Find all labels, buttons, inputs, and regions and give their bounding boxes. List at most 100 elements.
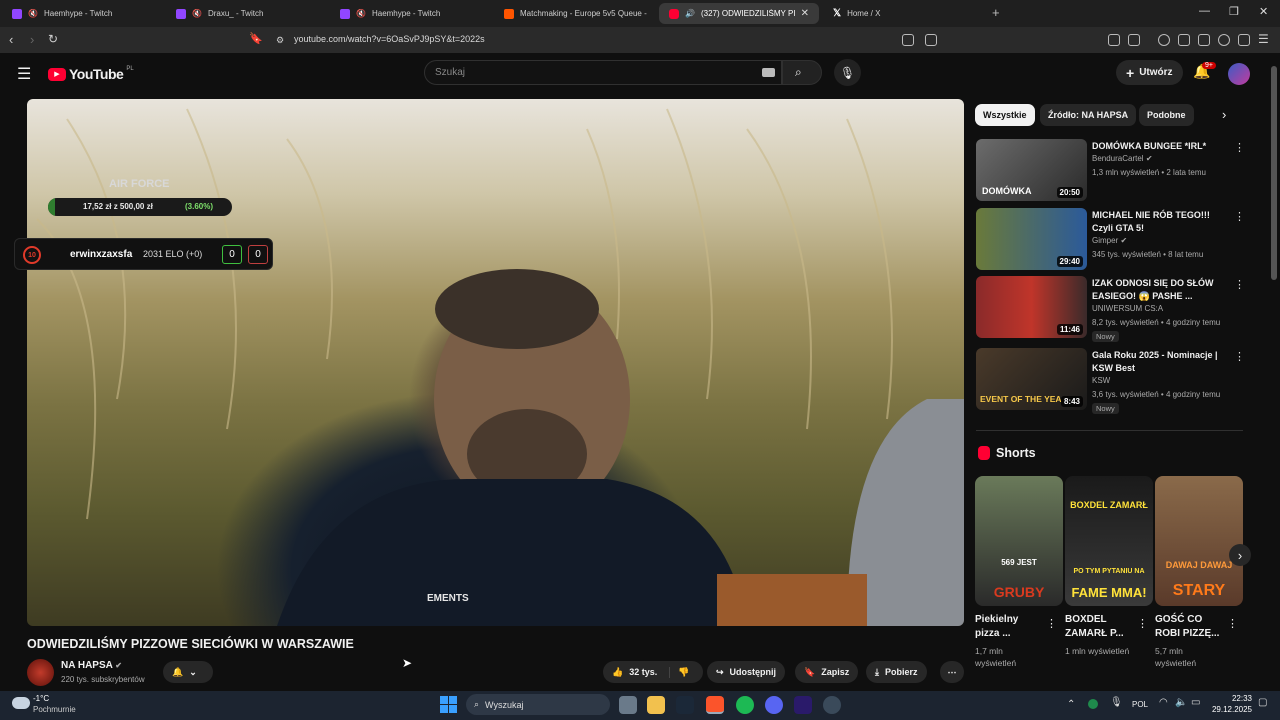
chip-all[interactable]: Wszystkie <box>975 104 1035 126</box>
vpn-icon[interactable] <box>1238 34 1250 46</box>
microphone-icon[interactable]: 🎙 <box>1110 697 1123 708</box>
search-input[interactable]: Szukaj <box>424 60 782 85</box>
subscription-bell-button[interactable]: 🔔 ⌄ <box>163 661 213 683</box>
video-thumbnail[interactable]: DOMÓWKA 20:50 <box>976 139 1087 201</box>
brave-browser-icon[interactable] <box>706 696 724 714</box>
recommendation-title[interactable]: DOMÓWKA BUNGEE *IRL* <box>1092 140 1232 153</box>
recommendation-channel[interactable]: UNIWERSUM CS:A <box>1092 304 1163 313</box>
music-icon[interactable] <box>1158 34 1170 46</box>
screen-icon[interactable] <box>902 34 914 46</box>
browser-tab-active[interactable]: 🔊 (327) ODWIEDZILIŚMY PIZZO ✕ <box>659 3 819 24</box>
video-thumbnail[interactable]: 29:40 <box>976 208 1087 270</box>
channel-avatar[interactable] <box>27 659 54 686</box>
maximize-button[interactable]: ❐ <box>1229 5 1239 18</box>
search-button[interactable]: ⌕ <box>782 60 822 85</box>
video-thumbnail[interactable]: 11:46 <box>976 276 1087 338</box>
volume-icon[interactable]: 🔈 <box>1175 697 1187 708</box>
more-vertical-icon[interactable]: ⋮ <box>1234 278 1245 291</box>
short-thumbnail[interactable]: 569 JEST GRUBY <box>975 476 1063 606</box>
page-scrollbar[interactable] <box>1271 66 1277 280</box>
app-icon[interactable] <box>823 696 841 714</box>
chip-from-channel[interactable]: Źródło: NA HAPSA <box>1040 104 1137 126</box>
language-indicator[interactable]: POL <box>1132 700 1148 709</box>
recommendation-item[interactable]: DOMÓWKA 20:50 DOMÓWKA BUNGEE *IRL* Bendu… <box>976 139 1246 205</box>
short-title[interactable]: BOXDEL ZAMARŁ P... <box>1065 613 1135 641</box>
discord-icon[interactable] <box>765 696 783 714</box>
new-tab-button[interactable]: + <box>992 5 1000 20</box>
dislike-icon[interactable]: 👎 <box>669 666 689 678</box>
recommendation-channel[interactable]: KSW <box>1092 376 1110 385</box>
recommendation-item[interactable]: 29:40 MICHAEL NIE RÓB TEGO!!! Czyli GTA … <box>976 208 1246 274</box>
more-vertical-icon[interactable]: ⋮ <box>1137 617 1148 630</box>
battery-icon[interactable]: ▭ <box>1191 697 1200 708</box>
more-vertical-icon[interactable]: ⋮ <box>1234 210 1245 223</box>
recommendation-title[interactable]: Gala Roku 2025 - Nominacje | KSW Best <box>1092 349 1232 375</box>
url-field[interactable]: youtube.com/watch?v=6OaSvPJ9pSY&t=2022s <box>294 34 485 44</box>
hamburger-menu-icon[interactable]: ☰ <box>17 64 31 84</box>
menu-icon[interactable]: ☰ <box>1258 32 1269 46</box>
reload-icon[interactable]: ↻ <box>48 32 58 46</box>
recommendation-title[interactable]: IZAK ODNOSI SIĘ DO SŁÓW EASIEGO! 😱 PASHE… <box>1092 277 1232 303</box>
recommendation-title[interactable]: MICHAEL NIE RÓB TEGO!!! Czyli GTA 5! <box>1092 209 1232 235</box>
minimize-button[interactable]: — <box>1199 5 1210 17</box>
chips-next-icon[interactable]: › <box>1222 107 1226 122</box>
like-count[interactable]: 32 tys. <box>629 667 657 677</box>
sidebar-toggle-icon[interactable] <box>1128 34 1140 46</box>
more-vertical-icon[interactable]: ⋮ <box>1234 141 1245 154</box>
more-actions-button[interactable]: ⋯ <box>940 661 964 683</box>
clock-date[interactable]: 29.12.2025 <box>1210 705 1252 714</box>
create-button[interactable]: + Utwórz <box>1116 60 1183 85</box>
short-title[interactable]: Piekielny pizza ... <box>975 613 1045 641</box>
video-thumbnail[interactable]: EVENT OF THE YEA 8:43 <box>976 348 1087 410</box>
close-tab-icon[interactable]: ✕ <box>801 8 809 19</box>
keyboard-icon[interactable] <box>762 68 775 77</box>
window-close-button[interactable]: ✕ <box>1259 5 1268 18</box>
browser-tab[interactable]: Matchmaking - Europe 5v5 Queue - <box>494 3 654 24</box>
site-info-icon[interactable]: ⚙ <box>276 35 284 46</box>
back-icon[interactable]: ‹ <box>9 32 13 47</box>
browser-tab[interactable]: 🔇 Haemhype - Twitch <box>330 3 490 24</box>
short-thumbnail[interactable]: DAWAJ DAWAJ STARY <box>1155 476 1243 606</box>
spotify-icon[interactable] <box>736 696 754 714</box>
download-button[interactable]: ⤓ Pobierz <box>866 661 927 683</box>
video-player[interactable]: AIR FORCE 17,52 zł z 500,00 zł (3.60%) E… <box>27 99 964 626</box>
taskbar-search[interactable]: ⌕ Wyszukaj <box>466 694 610 715</box>
clock-time[interactable]: 22:33 <box>1222 694 1252 703</box>
leo-ai-icon[interactable] <box>1218 34 1230 46</box>
wallet-icon[interactable] <box>1198 34 1210 46</box>
weather-desc[interactable]: Pochmurnie <box>33 705 76 714</box>
browser-tab[interactable]: 🔇 Draxu_ - Twitch <box>166 3 326 24</box>
recommendation-item[interactable]: 11:46 IZAK ODNOSI SIĘ DO SŁÓW EASIEGO! 😱… <box>976 276 1246 342</box>
more-vertical-icon[interactable]: ⋮ <box>1227 617 1238 630</box>
save-button[interactable]: 🔖 Zapisz <box>795 661 859 683</box>
forward-icon[interactable]: › <box>30 32 34 47</box>
file-explorer-icon[interactable] <box>647 696 665 714</box>
more-vertical-icon[interactable]: ⋮ <box>1234 350 1245 363</box>
shorts-next-icon[interactable]: › <box>1229 544 1251 566</box>
task-view-icon[interactable] <box>619 696 637 714</box>
windows-start-icon[interactable] <box>440 696 457 713</box>
short-title[interactable]: GOŚĆ CO ROBI PIZZĘ... <box>1155 613 1225 641</box>
wifi-icon[interactable]: ◠ <box>1159 697 1168 708</box>
more-vertical-icon[interactable]: ⋮ <box>1046 617 1057 630</box>
share-button[interactable]: ↪ Udostępnij <box>707 661 786 683</box>
chip-related[interactable]: Podobne <box>1139 104 1194 126</box>
share-icon[interactable] <box>925 34 937 46</box>
tray-app-icon[interactable] <box>1088 699 1098 709</box>
tray-chevron-up-icon[interactable]: ⌃ <box>1067 699 1075 710</box>
steam-icon[interactable] <box>676 696 694 714</box>
account-avatar[interactable] <box>1228 63 1250 85</box>
reader-icon[interactable] <box>1178 34 1190 46</box>
voice-search-icon[interactable]: 🎙 <box>834 59 861 86</box>
recommendation-channel-row[interactable]: Gimper ✔ <box>1092 236 1127 245</box>
short-thumbnail[interactable]: BOXDEL ZAMARŁ PO TYM PYTANIU NA FAME MMA… <box>1065 476 1153 606</box>
extensions-icon[interactable] <box>1108 34 1120 46</box>
notification-center-icon[interactable]: ▢ <box>1258 697 1267 708</box>
premiere-icon[interactable] <box>794 696 812 714</box>
recommendation-channel-row[interactable]: BenduraCartel ✔ <box>1092 154 1153 163</box>
channel-name-row[interactable]: NA HAPSA ✔ <box>61 660 122 671</box>
youtube-logo[interactable]: ▶ YouTube PL <box>48 66 134 82</box>
weather-temp[interactable]: -1°C <box>33 694 49 703</box>
bookmark-icon[interactable]: 🔖 <box>249 32 263 45</box>
browser-tab[interactable]: 𝕏 Home / X <box>823 3 983 24</box>
